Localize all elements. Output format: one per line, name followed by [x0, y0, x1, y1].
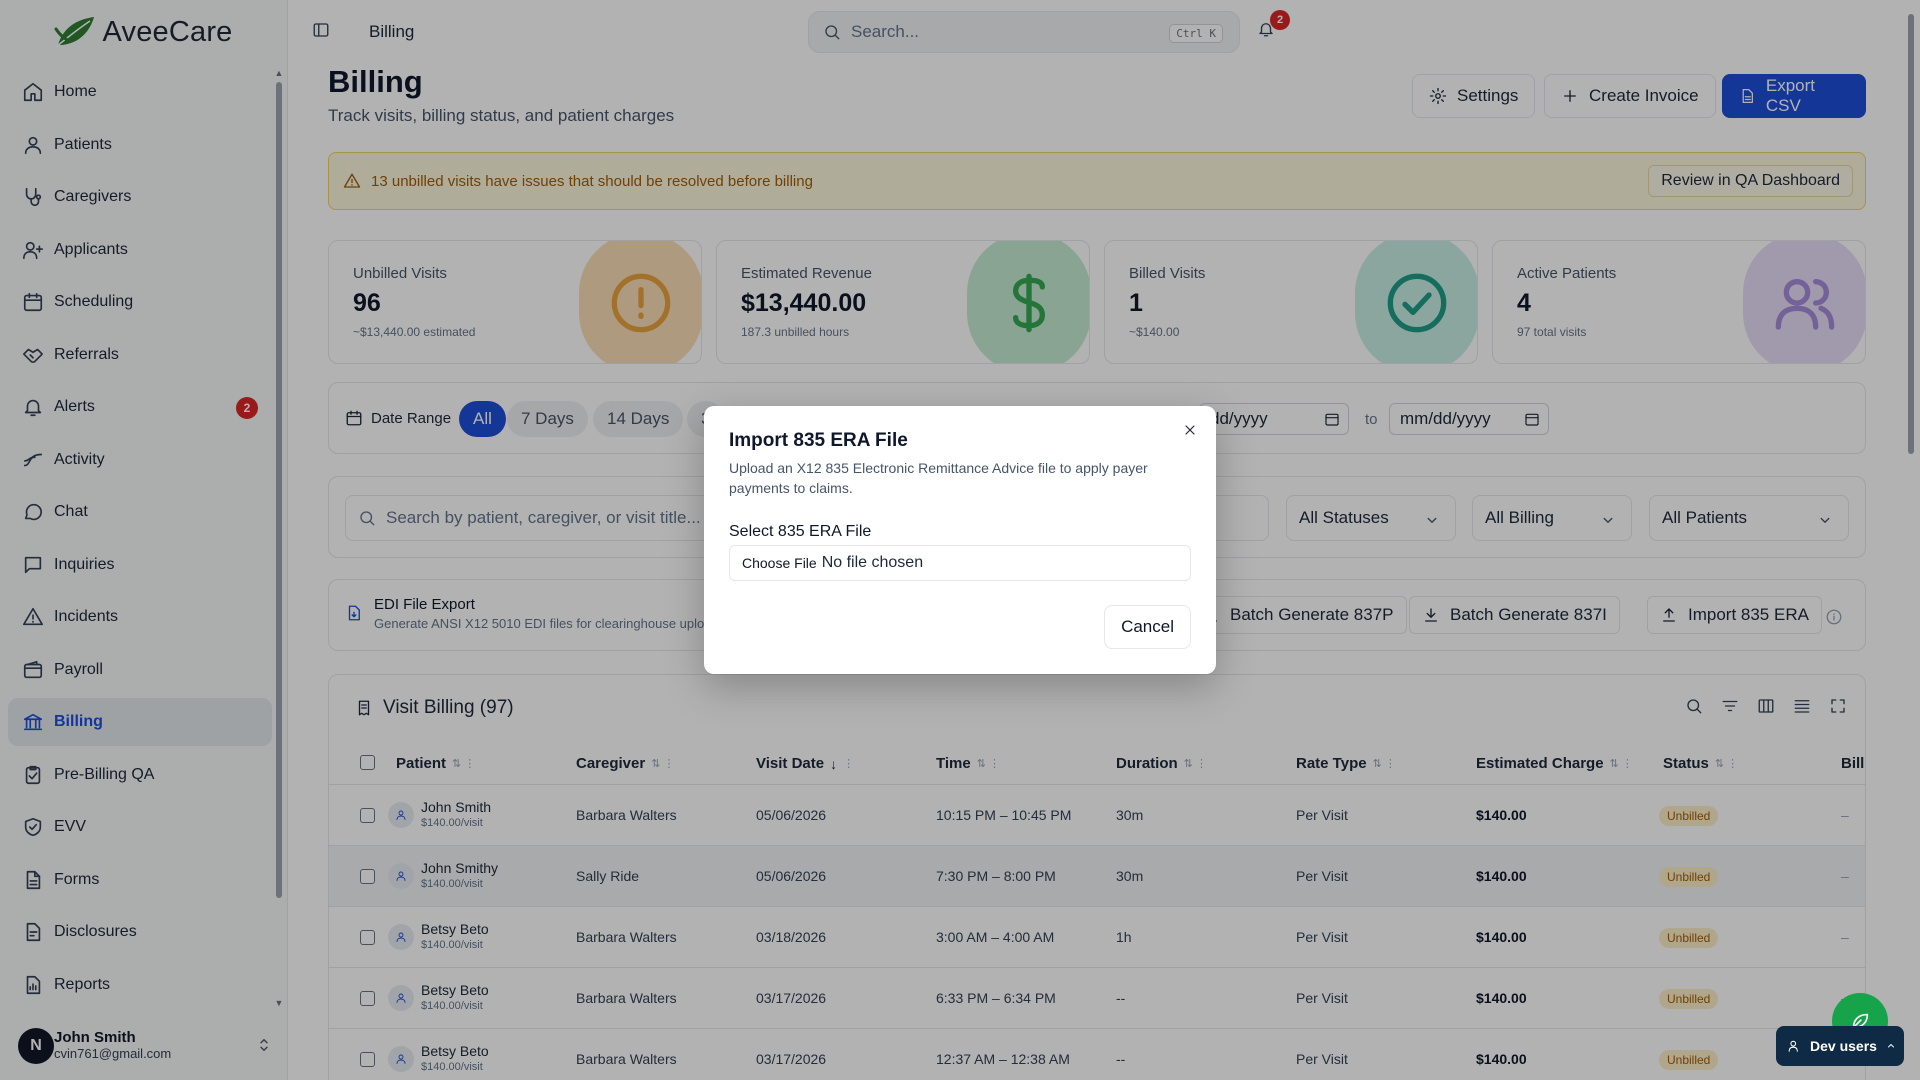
- dialog-description: Upload an X12 835 Electronic Remittance …: [729, 460, 1148, 496]
- era-file-input[interactable]: Choose File No file chosen: [729, 545, 1191, 581]
- dialog-title: Import 835 ERA File: [729, 430, 908, 451]
- file-status-text: No file chosen: [821, 554, 924, 571]
- cancel-button[interactable]: Cancel: [1104, 605, 1191, 649]
- chevron-up-icon: [1887, 1044, 1894, 1048]
- import-835-era-dialog: Import 835 ERA File Upload an X12 835 El…: [704, 406, 1216, 674]
- users-icon: [1788, 1040, 1798, 1052]
- file-field-label: Select 835 ERA File: [729, 523, 872, 540]
- dev-users-label: Dev users: [1810, 1038, 1877, 1054]
- choose-file-button[interactable]: Choose File: [742, 555, 817, 571]
- dev-users-toggle[interactable]: Dev users: [1776, 1026, 1904, 1066]
- close-icon[interactable]: [1182, 422, 1198, 438]
